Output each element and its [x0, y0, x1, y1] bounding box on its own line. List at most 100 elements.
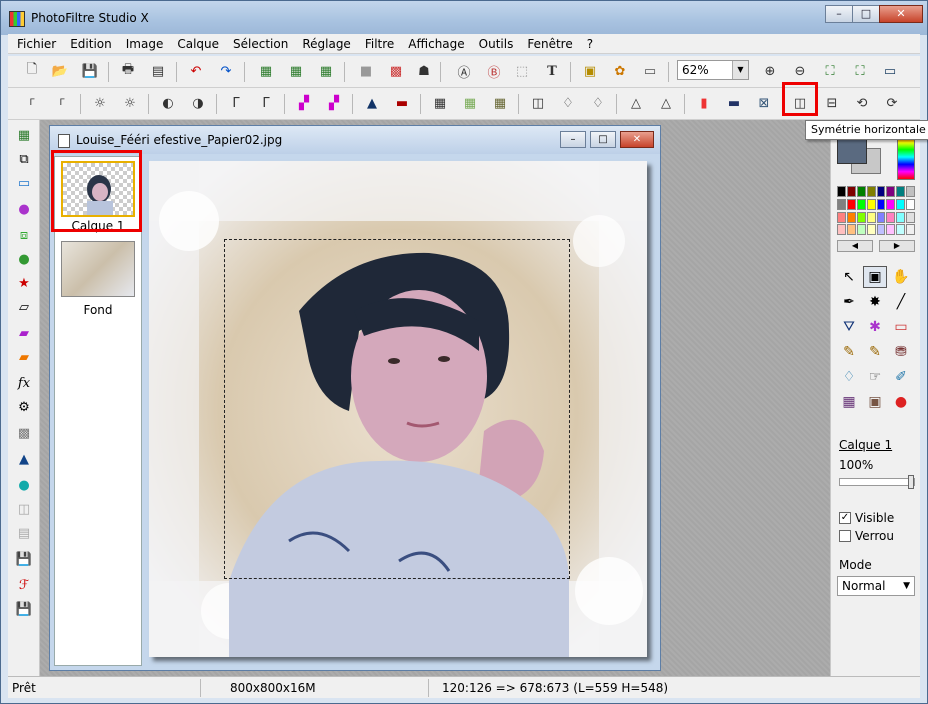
menu-reglage[interactable]: Réglage [293, 37, 356, 51]
layer-fond-label[interactable]: Fond [55, 303, 141, 317]
menu-filtre[interactable]: Filtre [356, 37, 399, 51]
spray-icon[interactable]: ✱ [863, 316, 887, 338]
sphere-icon[interactable]: ● [15, 200, 33, 218]
rgb-icon[interactable]: ▮ [692, 92, 716, 114]
circle-icon[interactable]: ● [15, 476, 33, 494]
eraser-icon[interactable]: ▭ [889, 316, 913, 338]
lock-checkbox[interactable] [839, 530, 851, 542]
brightness-plus-icon[interactable]: ☼ [118, 92, 142, 114]
scan-icon[interactable]: ▤ [146, 60, 170, 82]
pdf-icon[interactable]: ℱ [15, 576, 33, 594]
menu-fenetre[interactable]: Fenêtre [518, 37, 577, 51]
crop-icon[interactable]: ⬚ [510, 60, 534, 82]
palette-swatch[interactable] [837, 211, 846, 223]
menu-outils[interactable]: Outils [470, 37, 519, 51]
triangle-a-icon[interactable]: △ [624, 92, 648, 114]
palette-swatch[interactable] [846, 224, 856, 236]
print-icon[interactable]: 🖶 [116, 60, 140, 82]
auto-levels-icon[interactable]: Γ [50, 92, 74, 114]
strawberry-icon[interactable]: ● [889, 391, 913, 413]
palette-swatch[interactable] [856, 211, 866, 223]
palette-swatch[interactable] [906, 224, 915, 236]
brush-icon[interactable]: ✎ [837, 341, 861, 363]
soften-icon[interactable]: ♢ [556, 92, 580, 114]
eyedropper-icon[interactable]: ✒ [837, 291, 861, 313]
palette-swatch[interactable] [856, 224, 866, 236]
mirror-icon[interactable]: ◫ [15, 500, 33, 518]
palette-swatch[interactable] [896, 211, 906, 223]
layer-name[interactable]: Calque 1 [839, 438, 892, 452]
mosaic-icon[interactable]: ▦ [458, 92, 482, 114]
hand-icon[interactable]: ✋ [889, 266, 913, 288]
menu-fichier[interactable]: Fichier [8, 37, 61, 51]
rotate-left-icon[interactable]: ⟲ [850, 92, 874, 114]
flip-vertical-icon[interactable]: ⊟ [820, 92, 844, 114]
zoom-out-icon[interactable]: ⊖ [788, 60, 812, 82]
layer-fond-thumbnail[interactable] [61, 241, 135, 297]
selection-marquee[interactable] [224, 239, 570, 579]
menu-selection[interactable]: Sélection [224, 37, 293, 51]
palette-swatch[interactable] [846, 198, 856, 210]
palette-swatch[interactable] [906, 186, 915, 197]
magic-wand-icon[interactable]: ✸ [863, 291, 887, 313]
doc-maximize-button[interactable]: □ [590, 131, 616, 148]
gradient-tool-icon[interactable]: ▰ [15, 324, 33, 342]
grid-icon[interactable]: ▦ [428, 92, 452, 114]
menu-calque[interactable]: Calque [168, 37, 224, 51]
menu-edition[interactable]: Edition [61, 37, 117, 51]
person-icon[interactable]: ☗ [412, 60, 436, 82]
palette-swatch[interactable] [866, 224, 876, 236]
fill-icon[interactable]: ▰ [15, 348, 33, 366]
frame-icon[interactable]: ▬ [722, 92, 746, 114]
redo-icon[interactable]: ↷ [214, 60, 238, 82]
doc-close-button[interactable]: ✕ [620, 131, 654, 148]
clone-icon[interactable]: ✐ [889, 366, 913, 388]
paste-new-icon[interactable]: ▦ [314, 60, 338, 82]
actual-size-icon[interactable]: ⛶ [818, 60, 842, 82]
brightness-minus-icon[interactable]: ☼ [88, 92, 112, 114]
plugin-icon[interactable]: ✿ [608, 60, 632, 82]
text-a-icon[interactable]: Ⓐ [452, 60, 476, 82]
text-b-icon[interactable]: Ⓑ [482, 60, 506, 82]
open-folder-icon[interactable]: 📂 [48, 60, 72, 82]
palette-swatch[interactable] [837, 198, 846, 210]
save-icon[interactable]: 💾 [78, 60, 102, 82]
palette-swatch[interactable] [886, 198, 896, 210]
save-2000-icon[interactable]: 💾 [15, 550, 33, 568]
fullscreen-icon[interactable]: ▭ [878, 60, 902, 82]
blur-drop-icon[interactable]: ♢ [837, 366, 861, 388]
deform-icon[interactable]: ▦ [837, 391, 861, 413]
copy-icon[interactable]: ▦ [254, 60, 278, 82]
palette-swatch[interactable] [856, 186, 866, 197]
zoom-in-icon[interactable]: ⊕ [758, 60, 782, 82]
palette-swatch[interactable] [906, 198, 915, 210]
histogram-icon[interactable]: ▲ [15, 450, 33, 468]
line-tool-icon[interactable]: ╱ [889, 291, 913, 313]
texture-icon[interactable]: ▦ [488, 92, 512, 114]
palette-swatch[interactable] [896, 186, 906, 197]
fit-window-icon[interactable]: ⛶ [848, 60, 872, 82]
palette-swatch[interactable] [866, 211, 876, 223]
opacity-slider-thumb[interactable] [908, 475, 914, 489]
auto-contrast-icon[interactable]: Γ [20, 92, 44, 114]
palette-swatch[interactable] [846, 211, 856, 223]
rotate-right-icon[interactable]: ⟳ [880, 92, 904, 114]
text-tool-icon[interactable]: T [540, 60, 564, 82]
saturation-minus-icon[interactable]: ▞ [292, 92, 316, 114]
palette-swatch[interactable] [896, 224, 906, 236]
stamp-icon[interactable]: ⛃ [889, 341, 913, 363]
palette-swatch[interactable] [886, 211, 896, 223]
calculator-icon[interactable]: ▦ [15, 126, 33, 144]
explorer-icon[interactable]: ▣ [578, 60, 602, 82]
triangle-b-icon[interactable]: △ [654, 92, 678, 114]
star-icon[interactable]: ★ [15, 274, 33, 292]
globe-icon[interactable]: ● [15, 250, 33, 268]
colors-icon[interactable]: ▩ [384, 60, 408, 82]
advanced-brush-icon[interactable]: ✎ [863, 341, 887, 363]
checker-icon[interactable]: ▩ [15, 424, 33, 442]
palette-swatch[interactable] [837, 186, 846, 197]
palette-swatch[interactable] [886, 224, 896, 236]
palette-prev-button[interactable]: ◀ [837, 240, 873, 252]
palette-swatch[interactable] [876, 186, 886, 197]
trash-icon[interactable]: ⧈ [15, 226, 33, 244]
